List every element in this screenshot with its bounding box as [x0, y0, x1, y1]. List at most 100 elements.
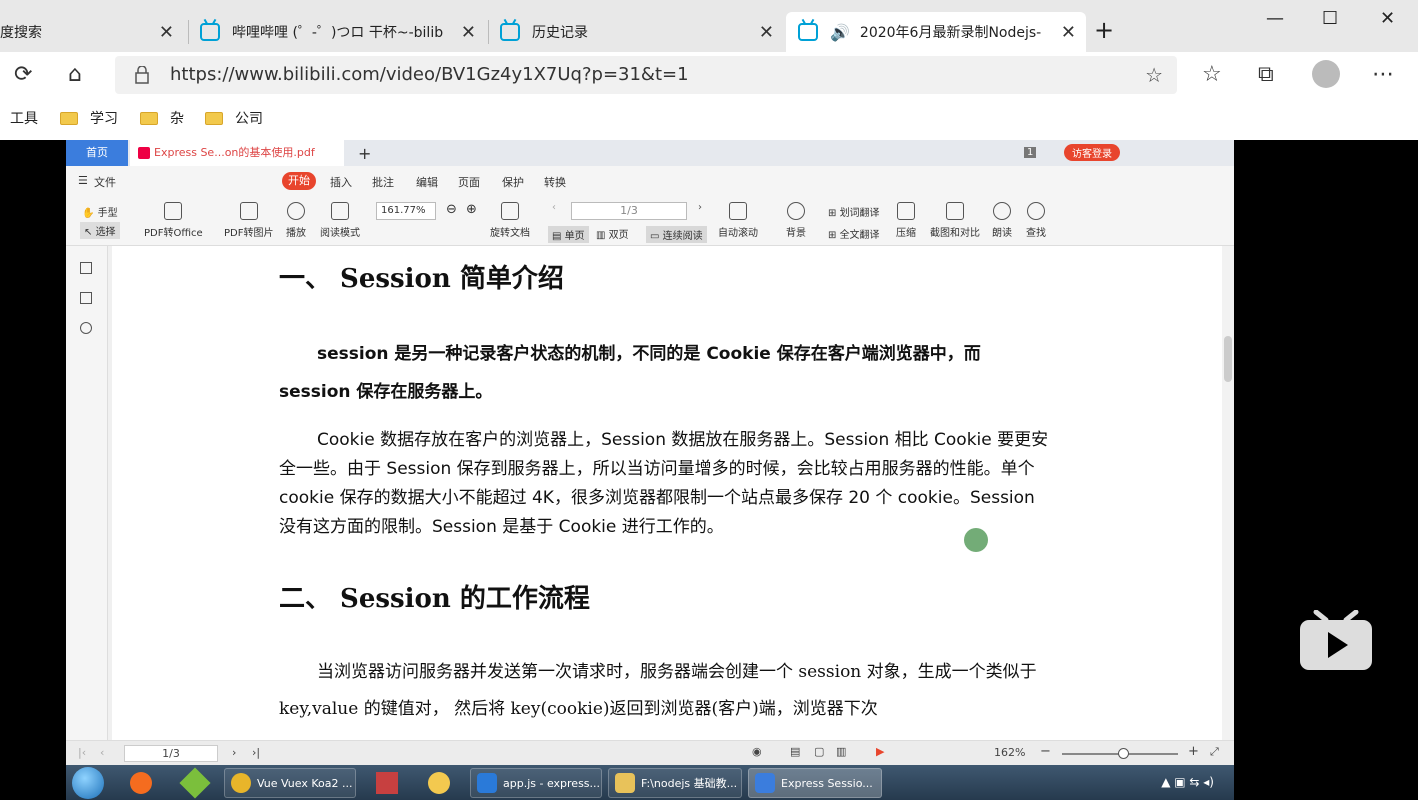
- menu-protect[interactable]: 保护: [502, 174, 524, 190]
- read-mode-button[interactable]: 阅读模式: [320, 202, 360, 239]
- refresh-icon[interactable]: ⟳: [14, 62, 32, 87]
- find-button[interactable]: 查找: [1026, 202, 1046, 239]
- compress-button[interactable]: 压缩: [896, 202, 916, 239]
- minimize-button[interactable]: —: [1266, 8, 1284, 29]
- rotate-doc-button[interactable]: 旋转文档: [490, 202, 530, 239]
- wps-doc-tab[interactable]: Express Se...on的基本使用.pdf: [130, 140, 344, 166]
- menu-convert[interactable]: 转换: [544, 174, 566, 190]
- tab-bilibili-home[interactable]: 哔哩哔哩 (゜-゜)つロ 干杯~-bilib ✕: [200, 12, 486, 52]
- next-page-icon[interactable]: ›: [232, 746, 236, 759]
- pdf-to-office-button[interactable]: PDF转Office: [144, 202, 203, 239]
- close-icon[interactable]: ✕: [759, 22, 774, 43]
- close-window-button[interactable]: ✕: [1380, 8, 1395, 29]
- chat-icon[interactable]: [428, 772, 450, 794]
- tool-icon[interactable]: [376, 772, 398, 794]
- zoom-slider[interactable]: [1062, 748, 1178, 759]
- home-icon[interactable]: ⌂: [68, 62, 82, 87]
- collections-icon[interactable]: ⧉: [1258, 62, 1274, 87]
- status-page-input[interactable]: 1/3: [124, 745, 218, 762]
- view-double-icon[interactable]: ▥: [836, 745, 846, 758]
- fav-folder-study[interactable]: 学习: [60, 108, 118, 128]
- close-icon[interactable]: ✕: [159, 22, 174, 43]
- new-tab-button[interactable]: +: [1094, 16, 1114, 44]
- menu-icon[interactable]: ☰: [78, 174, 88, 187]
- annotation-icon[interactable]: [80, 322, 92, 334]
- autoscroll-button[interactable]: 自动滚动: [718, 202, 758, 239]
- eye-icon[interactable]: ◉: [752, 745, 762, 758]
- taskbar-vscode[interactable]: app.js - express...: [470, 768, 602, 798]
- word-translate-button[interactable]: ⊞ 划词翻译: [828, 204, 880, 219]
- full-translate-button[interactable]: ⊞ 全文翻译: [828, 226, 880, 241]
- menu-page[interactable]: 页面: [458, 174, 480, 190]
- taskbar-chrome[interactable]: Vue Vuex Koa2 ...: [224, 768, 356, 798]
- wps-ribbon: ✋ 手型 ↖ 选择 PDF转Office PDF转图片 播放 阅读模式 161.…: [66, 194, 1234, 246]
- play-button[interactable]: 播放: [286, 202, 306, 239]
- firefox-icon[interactable]: [130, 772, 152, 794]
- first-page-icon[interactable]: |‹: [78, 746, 86, 759]
- double-label: 双页: [608, 230, 629, 241]
- zoom-in-icon[interactable]: ⊕: [466, 202, 477, 217]
- tab-nodejs-video[interactable]: 🔊 2020年6月最新录制Nodejs- ✕: [786, 12, 1086, 52]
- zoom-slider-knob[interactable]: [1118, 748, 1129, 759]
- thumbnail-icon[interactable]: [80, 292, 92, 304]
- star-icon[interactable]: ☆: [1145, 56, 1163, 94]
- more-icon[interactable]: ⋯: [1372, 62, 1394, 87]
- hand-tool[interactable]: ✋ 手型: [82, 204, 118, 219]
- favorites-icon[interactable]: ☆: [1202, 62, 1222, 87]
- taskbar-wps[interactable]: Express Sessio...: [748, 768, 882, 798]
- close-icon[interactable]: ✕: [1061, 22, 1076, 43]
- url-input[interactable]: https://www.bilibili.com/video/BV1Gz4y1X…: [115, 56, 1177, 94]
- tab-history[interactable]: 历史记录 ✕: [500, 12, 784, 52]
- continuous-read-button[interactable]: ▭ 连续阅读: [646, 226, 707, 243]
- zoom-minus-button[interactable]: −: [1040, 744, 1051, 759]
- zoom-select[interactable]: 161.77%: [376, 202, 436, 220]
- menu-start[interactable]: 开始: [282, 172, 316, 190]
- view-single-icon[interactable]: ▤: [790, 745, 800, 758]
- avatar[interactable]: [1312, 60, 1340, 88]
- fav-folder-company[interactable]: 公司: [205, 108, 263, 128]
- login-button[interactable]: 访客登录: [1064, 144, 1120, 161]
- pdf-to-image-button[interactable]: PDF转图片: [224, 202, 273, 239]
- menu-file[interactable]: 文件: [94, 174, 116, 190]
- next-page-icon[interactable]: ›: [698, 202, 702, 213]
- bookmark-icon[interactable]: [80, 262, 92, 274]
- prev-page-icon[interactable]: ‹: [552, 202, 556, 213]
- wps-home-tab[interactable]: 首页: [66, 140, 128, 166]
- start-button[interactable]: [72, 767, 104, 799]
- background-button[interactable]: 背景: [786, 202, 806, 239]
- maximize-button[interactable]: ☐: [1322, 8, 1338, 29]
- vertical-scrollbar[interactable]: [1222, 246, 1234, 740]
- continuous-label: 连续阅读: [662, 231, 703, 242]
- bilibili-play-icon[interactable]: [1300, 610, 1372, 670]
- page-number-input[interactable]: 1/3: [571, 202, 687, 220]
- screenshot-compare-button[interactable]: 截图和对比: [930, 202, 980, 239]
- fullscreen-icon[interactable]: ⤢: [1210, 745, 1219, 759]
- scroll-thumb[interactable]: [1224, 336, 1232, 382]
- zoom-plus-button[interactable]: +: [1188, 744, 1199, 759]
- select-tool[interactable]: ↖ 选择: [80, 222, 120, 239]
- view-page-icon[interactable]: ▢: [814, 745, 824, 758]
- menu-insert[interactable]: 插入: [330, 174, 352, 190]
- menu-annotate[interactable]: 批注: [372, 174, 394, 190]
- app-icon[interactable]: [179, 767, 211, 799]
- fav-folder-misc[interactable]: 杂: [140, 108, 184, 128]
- tb-label: 播放: [286, 228, 306, 239]
- play-icon[interactable]: ▶: [876, 745, 884, 758]
- tab-baidu[interactable]: 度搜索 ✕: [0, 12, 186, 52]
- system-tray[interactable]: ▲ ▣ ⇆ ◂): [1161, 775, 1214, 789]
- menu-edit[interactable]: 编辑: [416, 174, 438, 190]
- close-icon[interactable]: ✕: [461, 22, 476, 43]
- speaker-icon[interactable]: 🔊: [830, 23, 850, 42]
- prev-page-icon[interactable]: ‹: [100, 746, 104, 759]
- search-icon: [1027, 202, 1045, 220]
- tb-label: 阅读模式: [320, 228, 360, 239]
- single-page-button[interactable]: ▤ 单页: [548, 226, 589, 243]
- double-page-button[interactable]: ▥ 双页: [596, 226, 629, 241]
- last-page-icon[interactable]: ›|: [252, 746, 260, 759]
- fav-tools[interactable]: 工具: [10, 108, 38, 128]
- taskbar-explorer[interactable]: F:\nodejs 基础教...: [608, 768, 742, 798]
- status-zoom-value[interactable]: 162%: [994, 746, 1025, 759]
- zoom-out-icon[interactable]: ⊖: [446, 202, 457, 217]
- wps-add-tab-button[interactable]: +: [358, 144, 371, 163]
- read-aloud-button[interactable]: 朗读: [992, 202, 1012, 239]
